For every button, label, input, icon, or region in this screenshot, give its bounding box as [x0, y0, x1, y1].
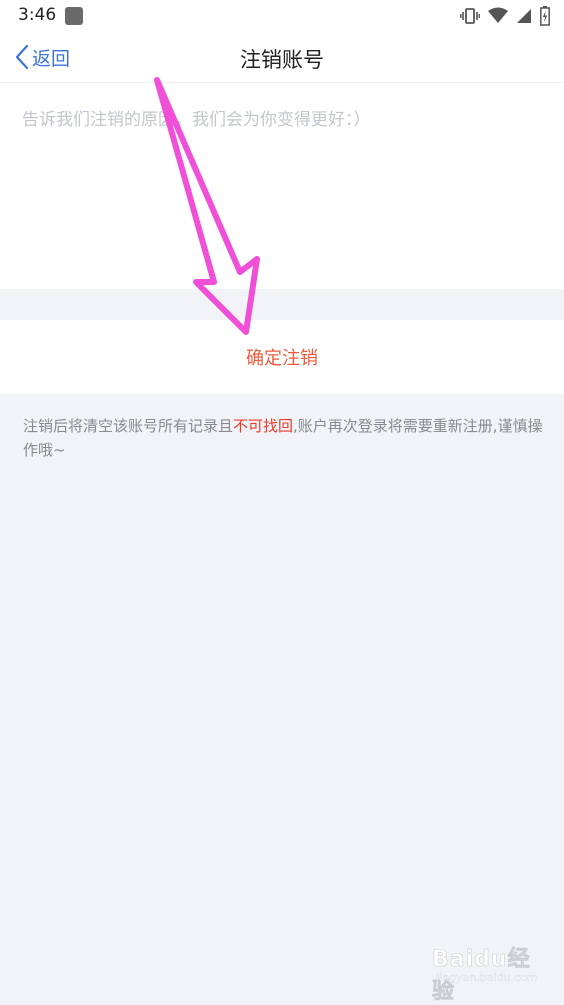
status-time: 3:46 [18, 5, 57, 25]
watermark-url: jingyan.baidu.com [436, 971, 538, 984]
page-title: 注销账号 [240, 48, 324, 72]
nav-bar: 返回 注销账号 [0, 32, 564, 83]
status-bar: 3:46 [0, 0, 564, 32]
warning-notice: 注销后将清空该账号所有记录且不可找回,账户再次登录将需要重新注册,谨慎操作哦~ [23, 414, 543, 462]
warning-highlight: 不可找回 [233, 417, 294, 435]
status-icons [460, 6, 550, 26]
reason-input[interactable] [22, 105, 542, 275]
confirm-deactivate-button[interactable]: 确定注销 [0, 320, 564, 394]
reason-section [0, 83, 564, 289]
warning-prefix: 注销后将清空该账号所有记录且 [23, 417, 234, 435]
wifi-icon [488, 7, 508, 23]
app-notification-icon [65, 7, 83, 25]
vibrate-icon [460, 8, 480, 24]
signal-icon [517, 9, 531, 23]
watermark-logo: Baidu经验 jingyan.baidu.com [432, 941, 552, 1005]
battery-icon [540, 6, 550, 26]
confirm-label: 确定注销 [246, 348, 318, 369]
